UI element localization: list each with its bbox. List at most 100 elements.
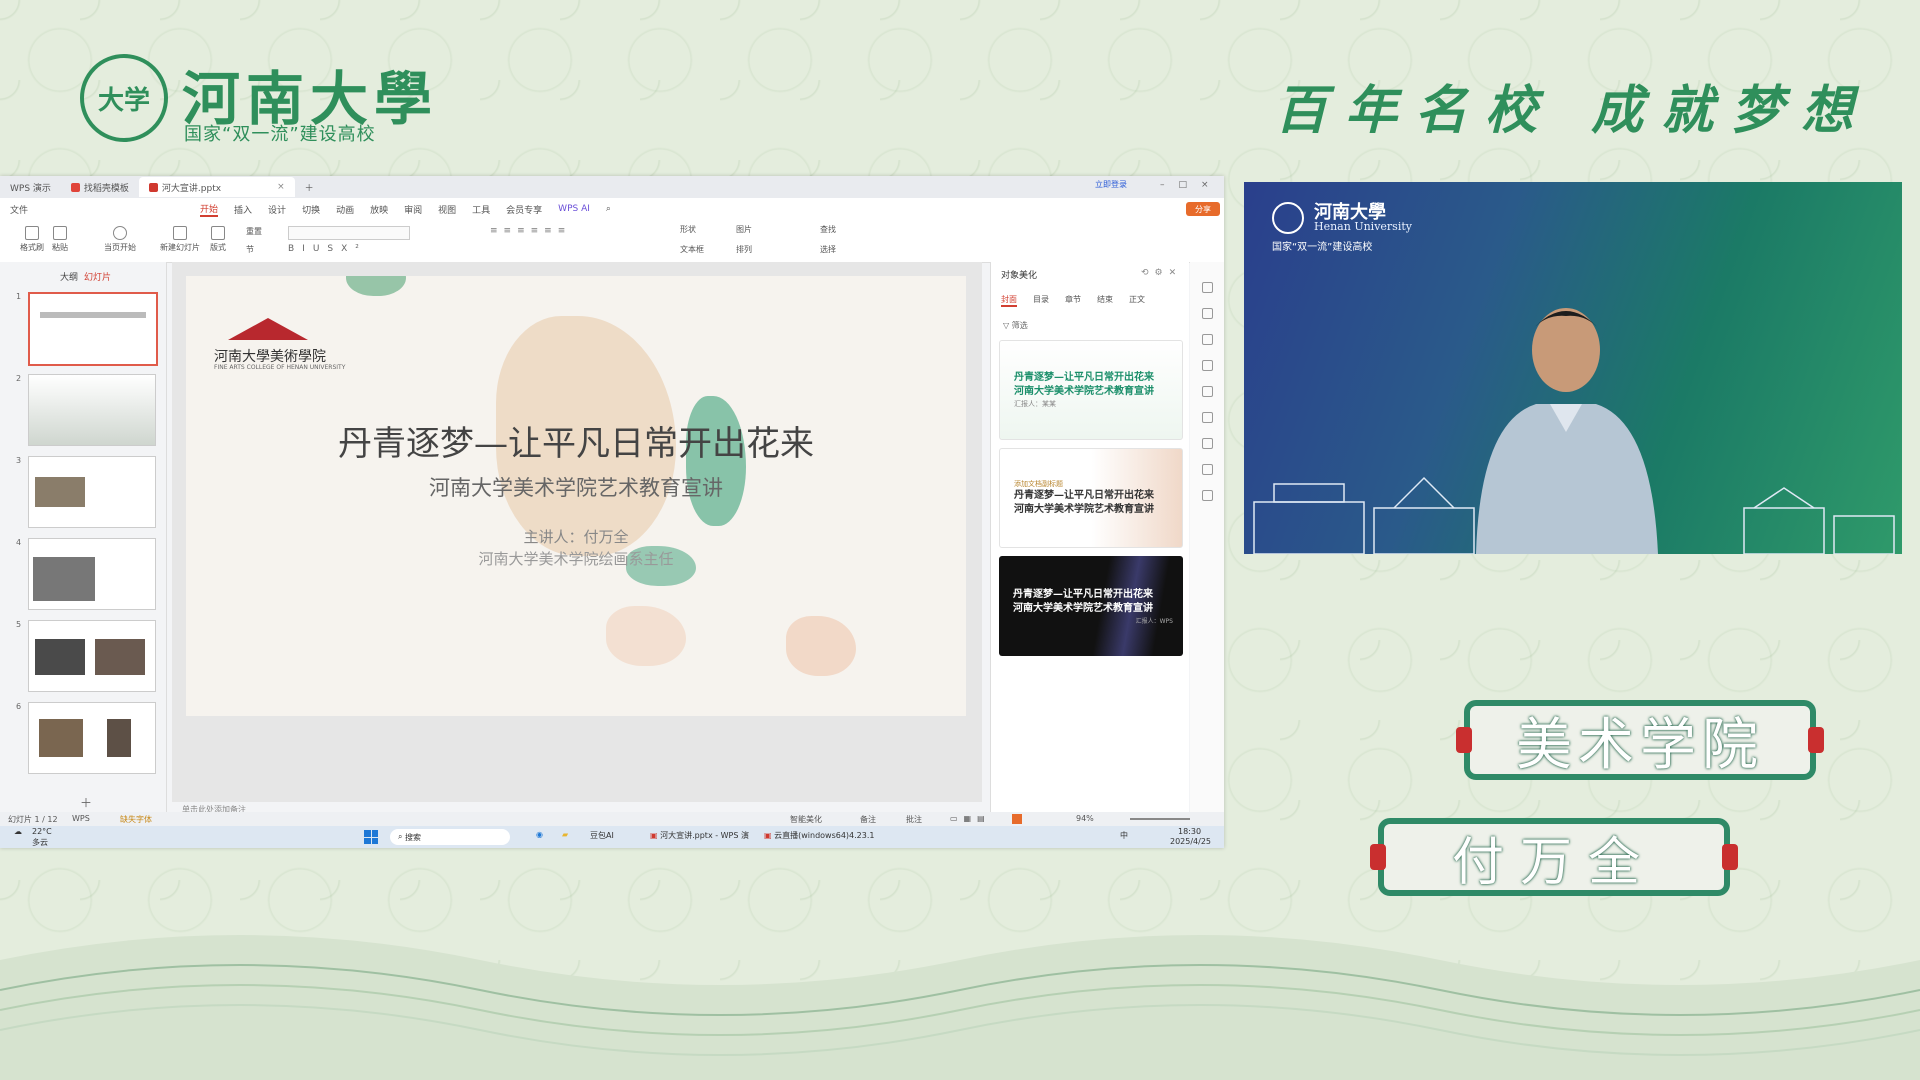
- slide-number: 6: [16, 702, 22, 711]
- slide-number: 4: [16, 538, 22, 547]
- share-button[interactable]: 分享: [1186, 202, 1220, 216]
- format-painter-icon: [25, 226, 39, 240]
- login-link[interactable]: 立即登录: [1095, 179, 1127, 190]
- new-slide-button[interactable]: 新建幻灯片: [160, 226, 200, 253]
- thumb-photo: [107, 719, 131, 757]
- tool-icon[interactable]: [1202, 412, 1213, 423]
- tab-templates[interactable]: 找稻壳模板: [61, 177, 139, 197]
- tab-bar: WPS 演示 找稻壳模板 河大宣讲.pptx × ＋: [0, 176, 1224, 198]
- menu-file[interactable]: 文件: [10, 203, 28, 216]
- slide-thumbnail-3[interactable]: [28, 456, 156, 528]
- chat-icon[interactable]: [1202, 464, 1213, 475]
- tab-body[interactable]: 正文: [1129, 294, 1145, 305]
- shape-button[interactable]: 形状: [680, 224, 696, 235]
- style-icon[interactable]: [1202, 308, 1213, 319]
- slide-speaker[interactable]: 主讲人：付万全: [186, 526, 966, 547]
- minimize-panel-icon[interactable]: [1202, 282, 1213, 293]
- beautify-icon[interactable]: [1202, 386, 1213, 397]
- menu-slideshow[interactable]: 放映: [370, 203, 388, 216]
- slide-subtitle[interactable]: 河南大学美术学院艺术教育宣讲: [186, 472, 966, 502]
- menu-tools[interactable]: 工具: [472, 203, 490, 216]
- university-badge-icon: 大学: [80, 54, 168, 142]
- slide-thumbnail-4[interactable]: [28, 538, 156, 610]
- taskbar-app-live[interactable]: ▣ 云直播(windows64)4.23.1: [764, 830, 875, 841]
- slide-number: 2: [16, 374, 22, 383]
- comments-button[interactable]: 批注: [906, 814, 922, 825]
- slide-number: 3: [16, 456, 22, 465]
- filter-button[interactable]: ▽ 筛选: [1003, 320, 1028, 331]
- menu-insert[interactable]: 插入: [234, 203, 252, 216]
- slide-thumbnail-2[interactable]: [28, 374, 156, 446]
- menu-transition[interactable]: 切换: [302, 203, 320, 216]
- ime-indicator[interactable]: 中: [1120, 830, 1128, 841]
- wps-window: WPS 演示 找稻壳模板 河大宣讲.pptx × ＋ 立即登录 –□× 文件 开始…: [0, 176, 1224, 848]
- picture-button[interactable]: 图片: [736, 224, 752, 235]
- menu-review[interactable]: 审阅: [404, 203, 422, 216]
- tab-wps-home[interactable]: WPS 演示: [0, 177, 61, 197]
- zoom-slider[interactable]: [1130, 818, 1190, 820]
- slide-role[interactable]: 河南大学美术学院绘画系主任: [186, 548, 966, 569]
- menu-design[interactable]: 设计: [268, 203, 286, 216]
- status-bar: 幻灯片 1 / 12 WPS 缺失字体 智能美化 备注 批注 ▭▦▤ 94%: [0, 812, 1224, 826]
- play-from-current-button[interactable]: 当页开始: [104, 226, 136, 253]
- copy-icon[interactable]: [1202, 360, 1213, 371]
- knot-icon: [1808, 727, 1824, 753]
- tab-end[interactable]: 结束: [1097, 294, 1113, 305]
- speaker-video: 河南大學 Henan University 国家“双一流”建设高校: [1244, 182, 1902, 554]
- window-controls[interactable]: –□×: [1160, 180, 1223, 190]
- notes-button[interactable]: 备注: [860, 814, 876, 825]
- section-button[interactable]: 节: [246, 244, 254, 255]
- decor-flower: [606, 606, 686, 666]
- missing-font-indicator[interactable]: 缺失字体: [120, 814, 152, 825]
- font-name-select[interactable]: [288, 226, 410, 240]
- add-slide-button[interactable]: ＋: [80, 794, 92, 811]
- find-button[interactable]: 查找: [820, 224, 836, 235]
- reset-button[interactable]: 重置: [246, 226, 262, 237]
- new-tab-button[interactable]: ＋: [295, 177, 324, 197]
- menu-member[interactable]: 会员专享: [506, 203, 542, 216]
- slide-thumbnail-5[interactable]: [28, 620, 156, 692]
- panel-controls[interactable]: ⟲⚙✕: [1141, 268, 1182, 278]
- menu-view[interactable]: 视图: [438, 203, 456, 216]
- tab-slides[interactable]: 幻灯片: [84, 270, 111, 283]
- view-mode-buttons[interactable]: ▭▦▤: [950, 814, 991, 823]
- windows-start-icon[interactable]: [364, 830, 378, 844]
- font-style-buttons[interactable]: BIUSX²: [288, 244, 367, 254]
- select-button[interactable]: 选择: [820, 244, 836, 255]
- format-painter-button[interactable]: 格式刷: [20, 226, 44, 253]
- tab-outline[interactable]: 大纲: [60, 270, 78, 283]
- menu-home[interactable]: 开始: [200, 202, 219, 217]
- help-icon[interactable]: [1202, 490, 1213, 501]
- smart-beautify-button[interactable]: 智能美化: [790, 814, 822, 825]
- slide-thumbnail-1[interactable]: [28, 292, 158, 366]
- taskbar-app-douban[interactable]: 豆包AI: [590, 830, 614, 841]
- paragraph-tools[interactable]: ≡≡≡≡≡≡: [490, 226, 640, 256]
- tab-chapter[interactable]: 章节: [1065, 294, 1081, 305]
- template-card-1[interactable]: 丹青逐梦—让平凡日常开出花来 河南大学美术学院艺术教育宣讲 汇报人：某某: [999, 340, 1183, 440]
- image-icon[interactable]: [1202, 438, 1213, 449]
- menu-wps-ai[interactable]: WPS AI: [558, 204, 590, 214]
- menu-animation[interactable]: 动画: [336, 203, 354, 216]
- taskbar-app-wps[interactable]: ▣ 河大宣讲.pptx - WPS 演: [650, 830, 749, 841]
- slide-thumbnail-6[interactable]: [28, 702, 156, 774]
- slide-editor[interactable]: 河南大學美術學院 FINE ARTS COLLEGE OF HENAN UNIV…: [186, 276, 966, 716]
- taskbar-search[interactable]: ⌕ 搜索: [390, 829, 510, 845]
- edge-icon[interactable]: ◉: [536, 830, 543, 839]
- template-card-2[interactable]: 添加文档副标题 丹青逐梦—让平凡日常开出花来 河南大学美术学院艺术教育宣讲: [999, 448, 1183, 548]
- tab-toc[interactable]: 目录: [1033, 294, 1049, 305]
- folder-icon[interactable]: ▰: [562, 830, 568, 839]
- slideshow-button[interactable]: [1012, 814, 1022, 824]
- close-tab-icon[interactable]: ×: [277, 182, 285, 192]
- layout-button[interactable]: 版式: [210, 226, 226, 253]
- search-icon[interactable]: ⌕: [606, 204, 611, 214]
- slide-title[interactable]: 丹青逐梦—让平凡日常开出花来: [186, 416, 966, 465]
- star-icon[interactable]: [1202, 334, 1213, 345]
- tab-cover[interactable]: 封面: [1001, 294, 1017, 307]
- textbox-button[interactable]: 文本框: [680, 244, 704, 255]
- beautify-panel: 对象美化 ⟲⚙✕ 封面 目录 章节 结束 正文 ▽ 筛选 丹青逐梦—让平凡日常开…: [990, 262, 1189, 812]
- weather-icon[interactable]: ☁: [14, 827, 22, 836]
- paste-button[interactable]: 粘贴: [52, 226, 68, 253]
- arrange-button[interactable]: 排列: [736, 244, 752, 255]
- template-card-3[interactable]: 丹青逐梦—让平凡日常开出花来 河南大学美术学院艺术教育宣讲 汇报人：WPS: [999, 556, 1183, 656]
- tab-document[interactable]: 河大宣讲.pptx ×: [138, 177, 295, 197]
